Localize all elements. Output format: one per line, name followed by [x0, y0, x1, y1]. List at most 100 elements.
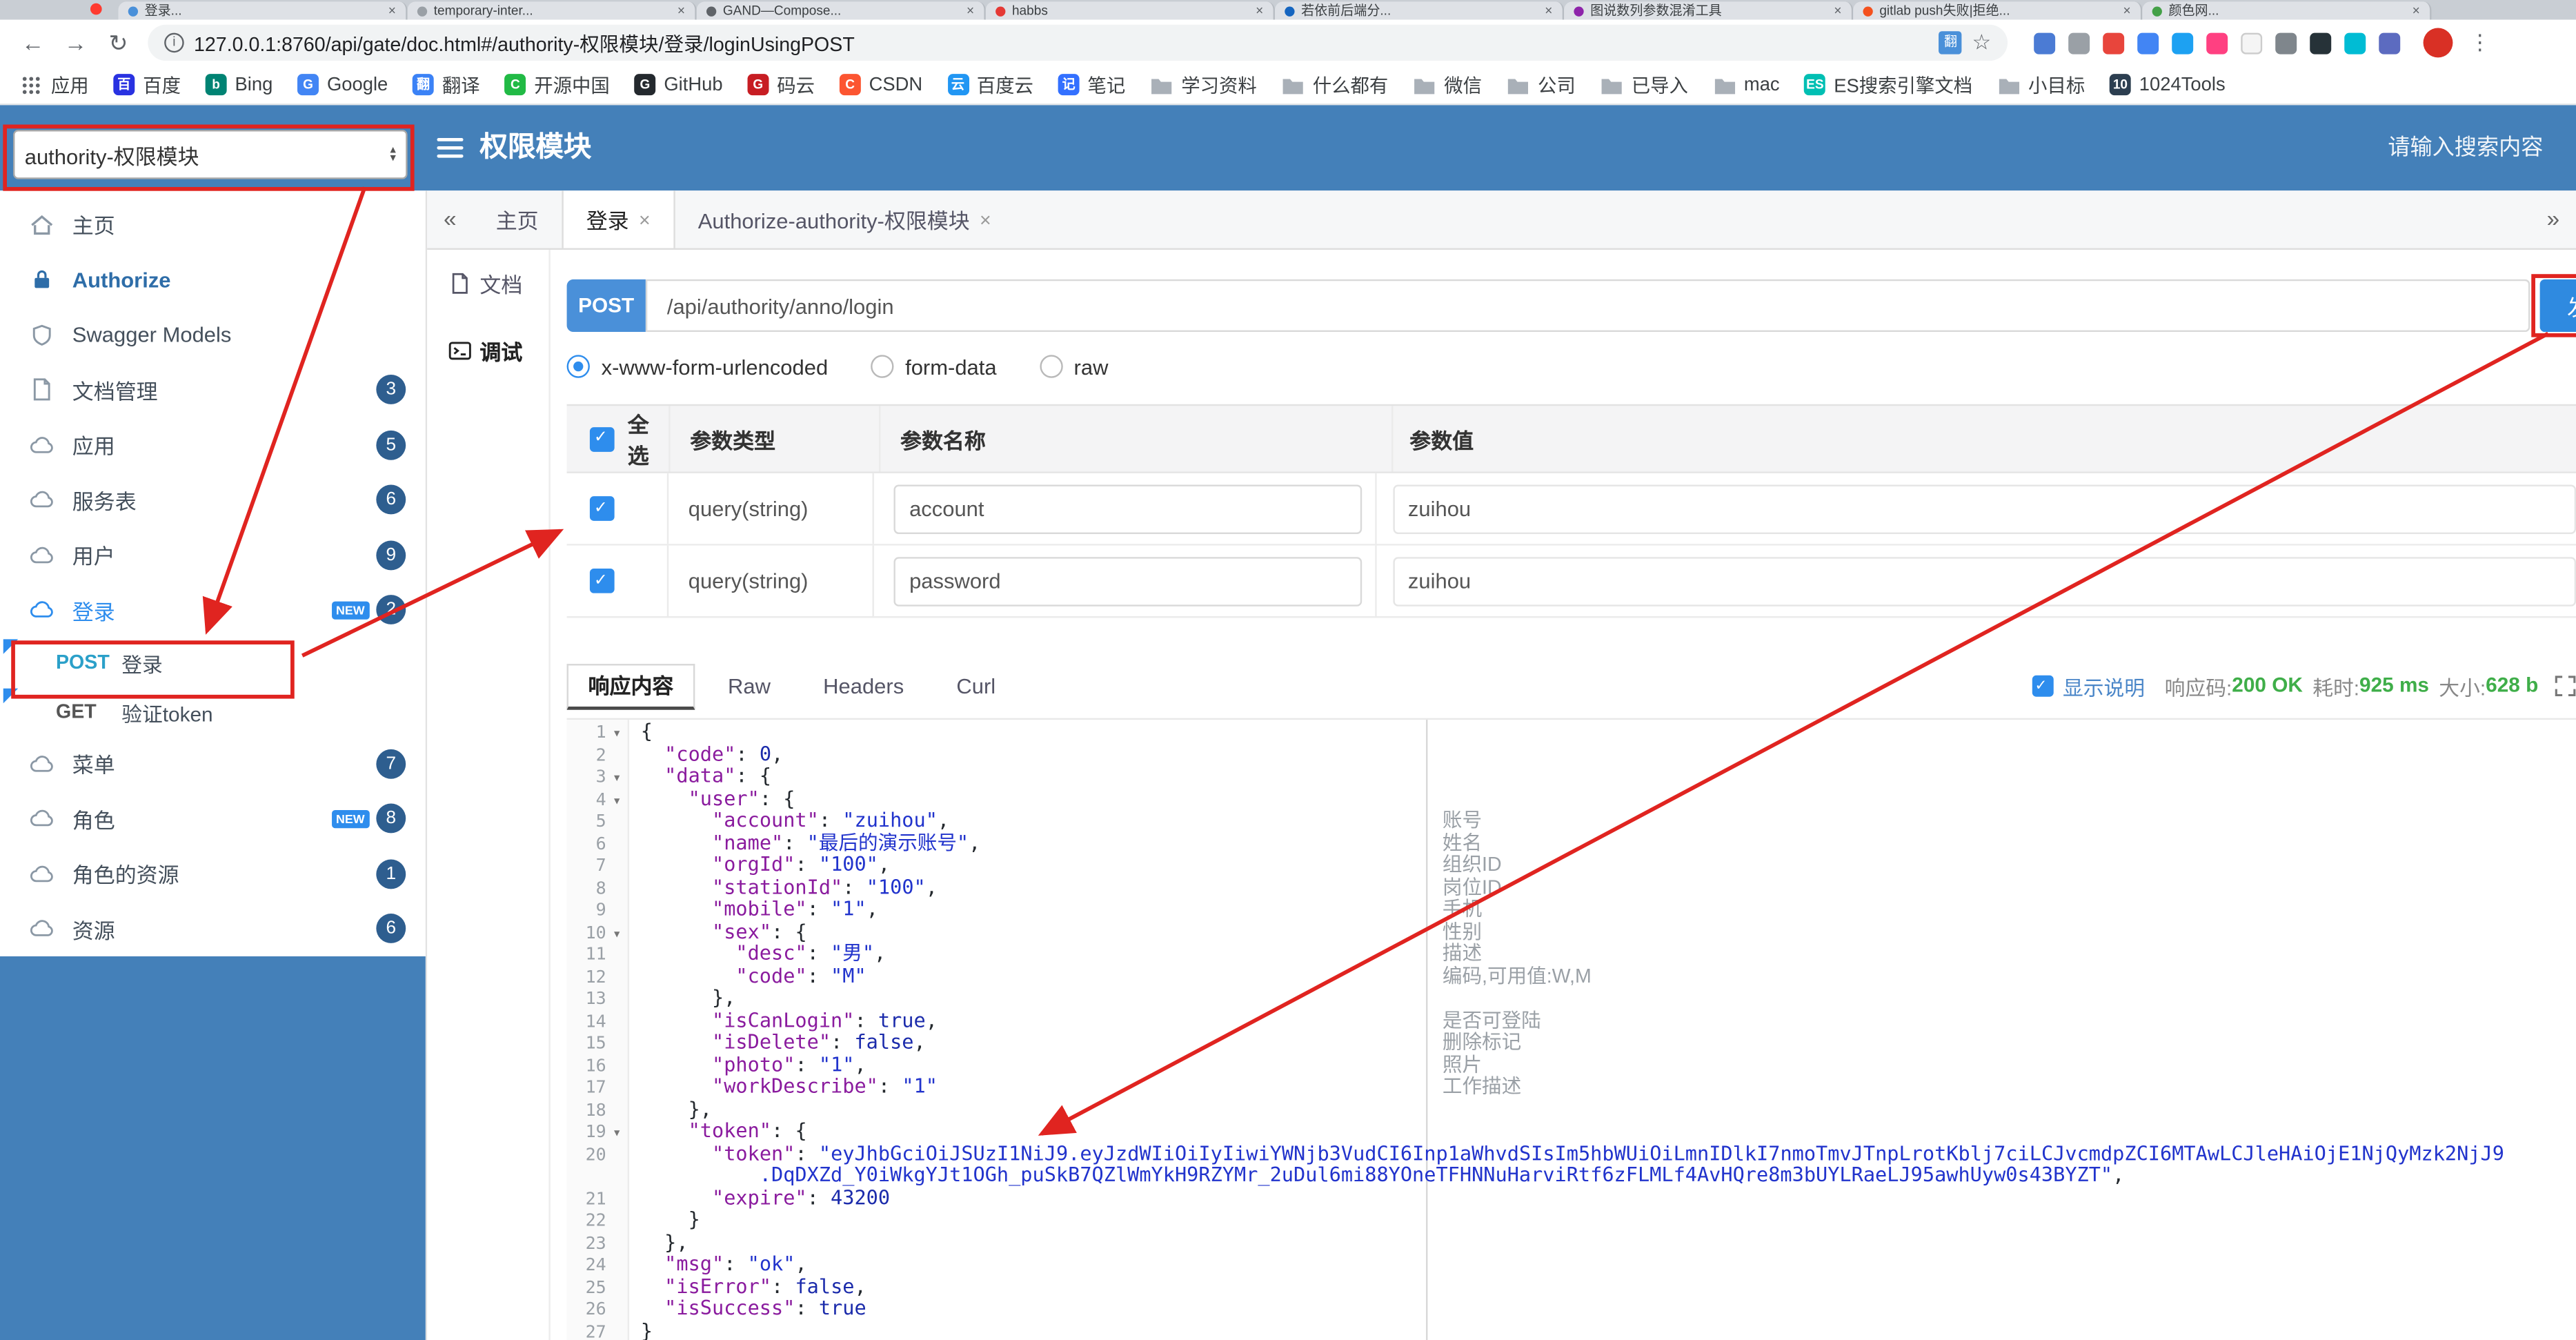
module-select[interactable]: authority-权限模块	[13, 130, 408, 179]
bookmark-item[interactable]: 云百度云	[947, 72, 1033, 98]
doc-tab[interactable]: Authorize-authority-权限模块 ×	[675, 190, 1014, 248]
tab-close-icon[interactable]: ×	[2412, 3, 2420, 18]
bookmark-star-icon[interactable]: ☆	[1972, 30, 1991, 56]
bookmark-item[interactable]: G GitHub	[634, 74, 723, 96]
sidebar-api-item[interactable]: GET 验证token	[0, 687, 426, 736]
bookmark-item[interactable]: 百百度	[113, 72, 181, 98]
browser-tab[interactable]: GAND—Compose... ×	[696, 1, 986, 20]
tab-close-icon[interactable]: ×	[1834, 3, 1841, 18]
header-search[interactable]: 请输入搜索内容	[2388, 105, 2543, 190]
reload-icon[interactable]: ↻	[102, 29, 135, 57]
browser-tab[interactable]: 若依前后端分... ×	[1274, 1, 1565, 20]
tab-close-icon[interactable]: ×	[2123, 3, 2131, 18]
bookmark-item[interactable]: 什么都有	[1282, 72, 1388, 98]
row-checkbox[interactable]	[589, 568, 615, 593]
doc-tab[interactable]: 登录 ×	[561, 190, 675, 248]
response-tab[interactable]: Raw	[708, 665, 790, 707]
bookmark-item[interactable]: 翻翻译	[413, 72, 480, 98]
tabs-collapse-icon[interactable]: «	[427, 190, 473, 248]
response-tab[interactable]: 响应内容	[566, 664, 695, 710]
response-tab[interactable]: Headers	[804, 665, 924, 707]
show-desc-checkbox[interactable]	[2031, 674, 2053, 696]
sidebar-item-Swagger Models[interactable]: Swagger Models	[0, 307, 426, 362]
sidebar-item-角色[interactable]: 角色 NEW 8	[0, 791, 426, 847]
tab-close-icon[interactable]: ×	[1545, 3, 1552, 18]
sidebar-item-用户[interactable]: 用户 9	[0, 527, 426, 582]
tab-close-icon[interactable]: ×	[967, 3, 974, 18]
extension-icon[interactable]	[2310, 32, 2332, 54]
sidebar-item-Authorize[interactable]: Authorize	[0, 253, 426, 308]
extension-icon[interactable]	[2344, 32, 2366, 54]
bookmark-item[interactable]: 小目标	[1997, 72, 2085, 98]
browser-tab[interactable]: temporary-inter... ×	[407, 1, 697, 20]
bookmark-item[interactable]: G 码云	[747, 72, 815, 98]
param-name-input[interactable]	[894, 484, 1363, 533]
select-all-checkbox[interactable]	[589, 426, 615, 451]
extension-icon[interactable]	[2137, 32, 2159, 54]
extension-icon[interactable]	[2241, 32, 2263, 54]
tab-close-icon[interactable]: ×	[1256, 3, 1263, 18]
bookmark-item[interactable]: 记笔记	[1058, 72, 1125, 98]
extension-icon[interactable]	[2034, 32, 2056, 54]
param-value-input[interactable]	[1393, 484, 2576, 533]
extension-icon[interactable]	[2275, 32, 2297, 54]
sidebar-item-服务表[interactable]: 服务表 6	[0, 473, 426, 528]
sidebar-item-登录[interactable]: 登录 NEW 2	[0, 582, 426, 638]
bookmark-item[interactable]: C CSDN	[839, 74, 922, 96]
sidebar-item-角色的资源[interactable]: 角色的资源 1	[0, 846, 426, 901]
back-icon[interactable]: ←	[17, 30, 50, 56]
bookmark-item[interactable]: 公司	[1507, 72, 1576, 98]
address-bar[interactable]: i 127.0.0.1:8760/api/gate/doc.html#/auth…	[148, 24, 2008, 61]
tabs-expand-icon[interactable]: »	[2530, 190, 2576, 248]
bookmark-item[interactable]: 学习资料	[1150, 72, 1257, 98]
fullscreen-icon[interactable]	[2555, 675, 2576, 696]
content-type-option[interactable]: x-www-form-urlencoded	[566, 354, 828, 379]
bookmark-item[interactable]: ES ES搜索引擎文档	[1804, 72, 1972, 98]
browser-tab[interactable]: 图说数列参数混淆工具 ×	[1564, 1, 1854, 20]
extension-icon[interactable]	[2172, 32, 2194, 54]
extension-icon[interactable]	[2068, 32, 2090, 54]
tab-close-icon[interactable]: ×	[388, 3, 396, 18]
forward-icon[interactable]: →	[59, 30, 92, 56]
profile-avatar[interactable]	[2423, 28, 2453, 58]
bookmark-item[interactable]: 10 1024Tools	[2109, 74, 2226, 96]
browser-tab[interactable]: 登录... ×	[118, 1, 408, 20]
request-url-input[interactable]	[645, 279, 2530, 333]
browser-tab[interactable]: 颜色网... ×	[2142, 1, 2432, 20]
extension-icon[interactable]	[2103, 32, 2125, 54]
sidebar-api-item[interactable]: POST 登录	[0, 638, 426, 687]
sidebar-item-应用[interactable]: 应用 5	[0, 417, 426, 473]
bookmark-item[interactable]: G Google	[297, 74, 388, 96]
tab-close-icon[interactable]: ×	[677, 3, 685, 18]
browser-tab[interactable]: gitlab push失败|拒绝... ×	[1853, 1, 2143, 20]
sidebar-item-文档管理[interactable]: 文档管理 3	[0, 362, 426, 417]
info-icon[interactable]: i	[164, 32, 184, 53]
bookmark-item[interactable]: b Bing	[205, 74, 273, 96]
extension-icon[interactable]	[2206, 32, 2228, 54]
bookmark-item[interactable]: 应用	[20, 72, 89, 98]
row-checkbox[interactable]	[589, 496, 615, 521]
menu-icon[interactable]	[437, 138, 464, 163]
send-button[interactable]: 发送	[2539, 279, 2576, 333]
param-name-input[interactable]	[894, 556, 1363, 606]
sidebar-item-资源[interactable]: 资源 6	[0, 901, 426, 956]
content-type-option[interactable]: form-data	[871, 354, 997, 379]
tab-close-icon[interactable]: ×	[980, 208, 991, 230]
content-type-option[interactable]: raw	[1039, 354, 1108, 379]
browser-tab[interactable]: habbs ×	[985, 1, 1275, 20]
response-tab[interactable]: Curl	[937, 665, 1015, 707]
tab-debug[interactable]: 调试	[427, 317, 548, 385]
sidebar-item-主页[interactable]: 主页	[0, 197, 426, 253]
bookmark-item[interactable]: mac	[1713, 75, 1780, 95]
translate-icon[interactable]: 翻	[1939, 31, 1963, 55]
bookmark-item[interactable]: C 开源中国	[504, 72, 610, 98]
tab-document[interactable]: 文档	[427, 250, 548, 317]
bookmark-item[interactable]: 已导入	[1601, 72, 1688, 98]
browser-menu-icon[interactable]: ⋮	[2469, 30, 2490, 56]
extension-icon[interactable]	[2379, 32, 2401, 54]
doc-tab[interactable]: 主页	[473, 190, 562, 248]
param-value-input[interactable]	[1393, 556, 2576, 606]
tab-close-icon[interactable]: ×	[639, 208, 651, 230]
sidebar-item-菜单[interactable]: 菜单 7	[0, 736, 426, 791]
bookmark-item[interactable]: 微信	[1413, 72, 1482, 98]
